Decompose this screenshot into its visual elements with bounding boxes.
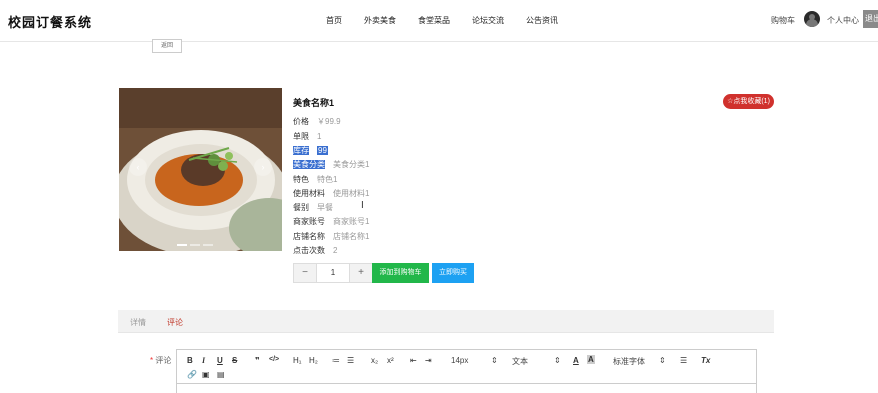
info-label: 特色 — [293, 175, 309, 184]
logout-button[interactable]: 退出 — [863, 10, 878, 28]
select-caret-icon: ⇕ — [491, 356, 498, 365]
info-label: 价格 — [293, 117, 309, 126]
carousel-dot[interactable] — [190, 244, 200, 246]
favorite-button[interactable]: ☆点我收藏(1) — [723, 94, 774, 109]
cart-link[interactable]: 购物车 — [771, 15, 795, 26]
bold-button[interactable]: B — [187, 356, 193, 365]
info-row-shop: 店铺名称 店铺名称1 — [293, 231, 369, 242]
bullet-list-button[interactable]: ☰ — [347, 356, 354, 365]
main-nav: 首页 外卖美食 食堂菜品 论坛交流 公告资讯 — [326, 15, 580, 26]
carousel-dot[interactable] — [177, 244, 187, 246]
info-label: 使用材料 — [293, 189, 325, 198]
carousel-indicator — [177, 244, 213, 246]
carousel-prev-button[interactable]: ‹ — [129, 158, 147, 176]
info-value: 商家账号1 — [333, 217, 370, 226]
info-value: 使用材料1 — [333, 189, 370, 198]
info-value: 特色1 — [317, 175, 338, 184]
strike-button[interactable]: S — [232, 356, 237, 365]
info-label: 单限 — [293, 132, 309, 141]
quantity-stepper: − 1 + — [293, 263, 373, 283]
superscript-button[interactable]: x² — [387, 356, 394, 365]
font-size-select[interactable]: 14px — [451, 356, 468, 365]
quantity-plus-button[interactable]: + — [350, 264, 372, 282]
header-select[interactable]: 文本 — [512, 356, 528, 367]
underline-button[interactable]: U — [217, 356, 223, 365]
buy-now-button[interactable]: 立即购买 — [432, 263, 474, 283]
back-button[interactable]: 返回 — [152, 39, 182, 53]
quantity-input[interactable]: 1 — [316, 264, 350, 282]
info-value: 店铺名称1 — [333, 232, 370, 241]
add-to-cart-button[interactable]: 添加到购物车 — [372, 263, 429, 283]
info-row-merchant: 商家账号 商家账号1 — [293, 216, 369, 227]
food-image-carousel[interactable]: ‹ › — [119, 88, 282, 251]
image-icon[interactable]: ▣ — [202, 370, 210, 379]
nav-forum[interactable]: 论坛交流 — [472, 15, 504, 26]
tab-comment[interactable]: 评论 — [167, 317, 183, 328]
info-label: 点击次数 — [293, 246, 325, 255]
tab-detail[interactable]: 详情 — [130, 317, 146, 328]
ordered-list-button[interactable]: ≔ — [332, 356, 340, 365]
info-row-clicks: 点击次数 2 — [293, 245, 337, 256]
link-icon[interactable]: 🔗 — [187, 370, 197, 379]
info-row-meal: 餐别 早餐 — [293, 202, 333, 213]
user-avatar[interactable] — [804, 11, 820, 27]
info-row-limit: 单限 1 — [293, 131, 321, 142]
info-value: 早餐 — [317, 203, 333, 212]
info-label: 餐别 — [293, 203, 309, 212]
font-family-select[interactable]: 标准字体 — [613, 356, 645, 367]
info-value: 2 — [333, 246, 338, 255]
heading1-button[interactable]: H₁ — [293, 356, 301, 365]
carousel-dot[interactable] — [203, 244, 213, 246]
background-color-icon[interactable]: A — [587, 355, 595, 364]
nav-announcements[interactable]: 公告资讯 — [526, 15, 558, 26]
info-value: 美食分类1 — [333, 160, 370, 169]
comment-label-text: 评论 — [155, 356, 172, 365]
info-value: ￥99.9 — [317, 117, 341, 126]
info-label: 美食分类 — [293, 160, 325, 169]
comment-editor[interactable]: B I U S ❞ </> H₁ H₂ ≔ ☰ x₂ x² ⇤ ⇥ 14px ⇕… — [176, 349, 757, 393]
comment-label: * 评论 — [150, 355, 171, 366]
info-value: 1 — [317, 132, 322, 141]
carousel-next-button[interactable]: › — [254, 158, 272, 176]
site-title: 校园订餐系统 — [8, 15, 93, 30]
italic-button[interactable]: I — [202, 356, 205, 365]
nav-takeout-food[interactable]: 外卖美食 — [364, 15, 396, 26]
align-icon[interactable]: ☰ — [680, 356, 687, 365]
video-icon[interactable]: ▤ — [217, 370, 225, 379]
editor-toolbar: B I U S ❞ </> H₁ H₂ ≔ ☰ x₂ x² ⇤ ⇥ 14px ⇕… — [177, 350, 756, 384]
user-center-link[interactable]: 个人中心 — [827, 15, 859, 26]
info-row-price: 价格 ￥99.9 — [293, 116, 341, 127]
heading2-button[interactable]: H₂ — [309, 356, 318, 365]
code-button[interactable]: </> — [269, 356, 279, 363]
required-mark: * — [150, 356, 154, 365]
select-caret-icon: ⇕ — [659, 356, 666, 365]
select-caret-icon: ⇕ — [554, 356, 561, 365]
info-row-stock: 库存 99 — [293, 145, 328, 156]
info-row-category: 美食分类 美食分类1 — [293, 159, 369, 170]
quote-button[interactable]: ❞ — [255, 356, 260, 365]
info-row-materials: 使用材料 使用材料1 — [293, 188, 369, 199]
info-label: 店铺名称 — [293, 232, 325, 241]
info-row-feature: 特色 特色1 — [293, 174, 337, 185]
top-header: 校园订餐系统 首页 外卖美食 食堂菜品 论坛交流 公告资讯 购物车 个人中心 退… — [0, 0, 878, 42]
clean-format-button[interactable]: Tx — [701, 356, 710, 365]
quantity-minus-button[interactable]: − — [294, 264, 316, 282]
info-label: 商家账号 — [293, 217, 325, 226]
info-label: 库存 — [293, 146, 309, 155]
food-name: 美食名称1 — [293, 98, 335, 108]
nav-canteen-dishes[interactable]: 食堂菜品 — [418, 15, 450, 26]
font-color-icon[interactable]: A — [573, 356, 579, 365]
subscript-button[interactable]: x₂ — [371, 356, 378, 365]
nav-home[interactable]: 首页 — [326, 15, 342, 26]
info-value: 99 — [317, 146, 328, 155]
text-cursor-icon: I — [361, 200, 364, 211]
indent-button[interactable]: ⇥ — [425, 356, 432, 365]
outdent-button[interactable]: ⇤ — [410, 356, 417, 365]
detail-tabs: 详情 评论 — [118, 310, 774, 333]
